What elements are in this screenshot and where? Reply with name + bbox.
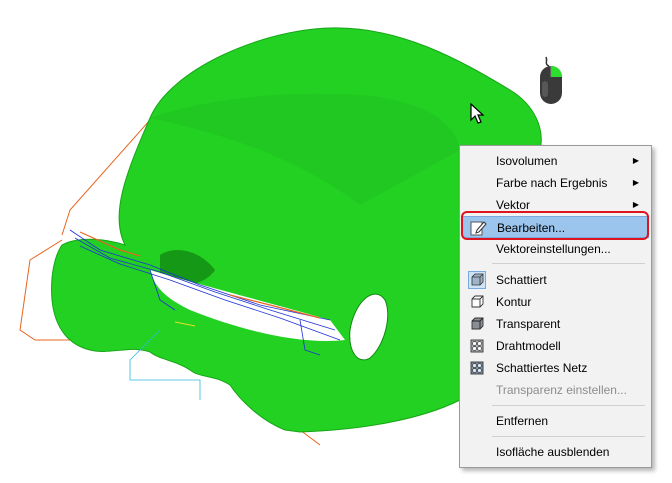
menu-item-schattiertes-netz[interactable]: Schattiertes Netz [462,357,649,379]
menu-item-entfernen[interactable]: Entfernen [462,410,649,432]
menu-item-schattiert[interactable]: Schattiert [462,269,649,291]
menu-separator [492,263,645,264]
highlight-callout-box [461,211,649,240]
shaded-mesh-icon [470,361,484,375]
submenu-arrow-icon: ▶ [632,156,639,165]
context-menu: Isovolumen ▶ Farbe nach Ergebnis ▶ Vekto… [459,145,652,468]
cursor-arrow-icon [470,103,485,124]
transparent-cube-icon [471,317,484,330]
menu-item-farbe-nach-ergebnis[interactable]: Farbe nach Ergebnis ▶ [462,172,649,194]
menu-item-transparent[interactable]: Transparent [462,313,649,335]
mouse-right-click-icon [540,56,562,104]
menu-separator [492,405,645,406]
menu-item-transparenz-einstellen: Transparenz einstellen... [496,383,627,397]
wireframe-icon [470,339,484,353]
menu-item-isoflaeche-ausblenden[interactable]: Isofläche ausblenden [462,441,649,463]
shaded-cube-icon [468,271,486,289]
submenu-arrow-icon: ▶ [632,178,639,187]
menu-item-kontur[interactable]: Kontur [462,291,649,313]
menu-item-drahtmodell[interactable]: Drahtmodell [462,335,649,357]
menu-item-vektoreinstellungen[interactable]: Vektoreinstellungen... [462,238,649,260]
contour-cube-icon [471,295,484,308]
menu-separator [492,436,645,437]
menu-item-isovolumen[interactable]: Isovolumen ▶ [462,150,649,172]
